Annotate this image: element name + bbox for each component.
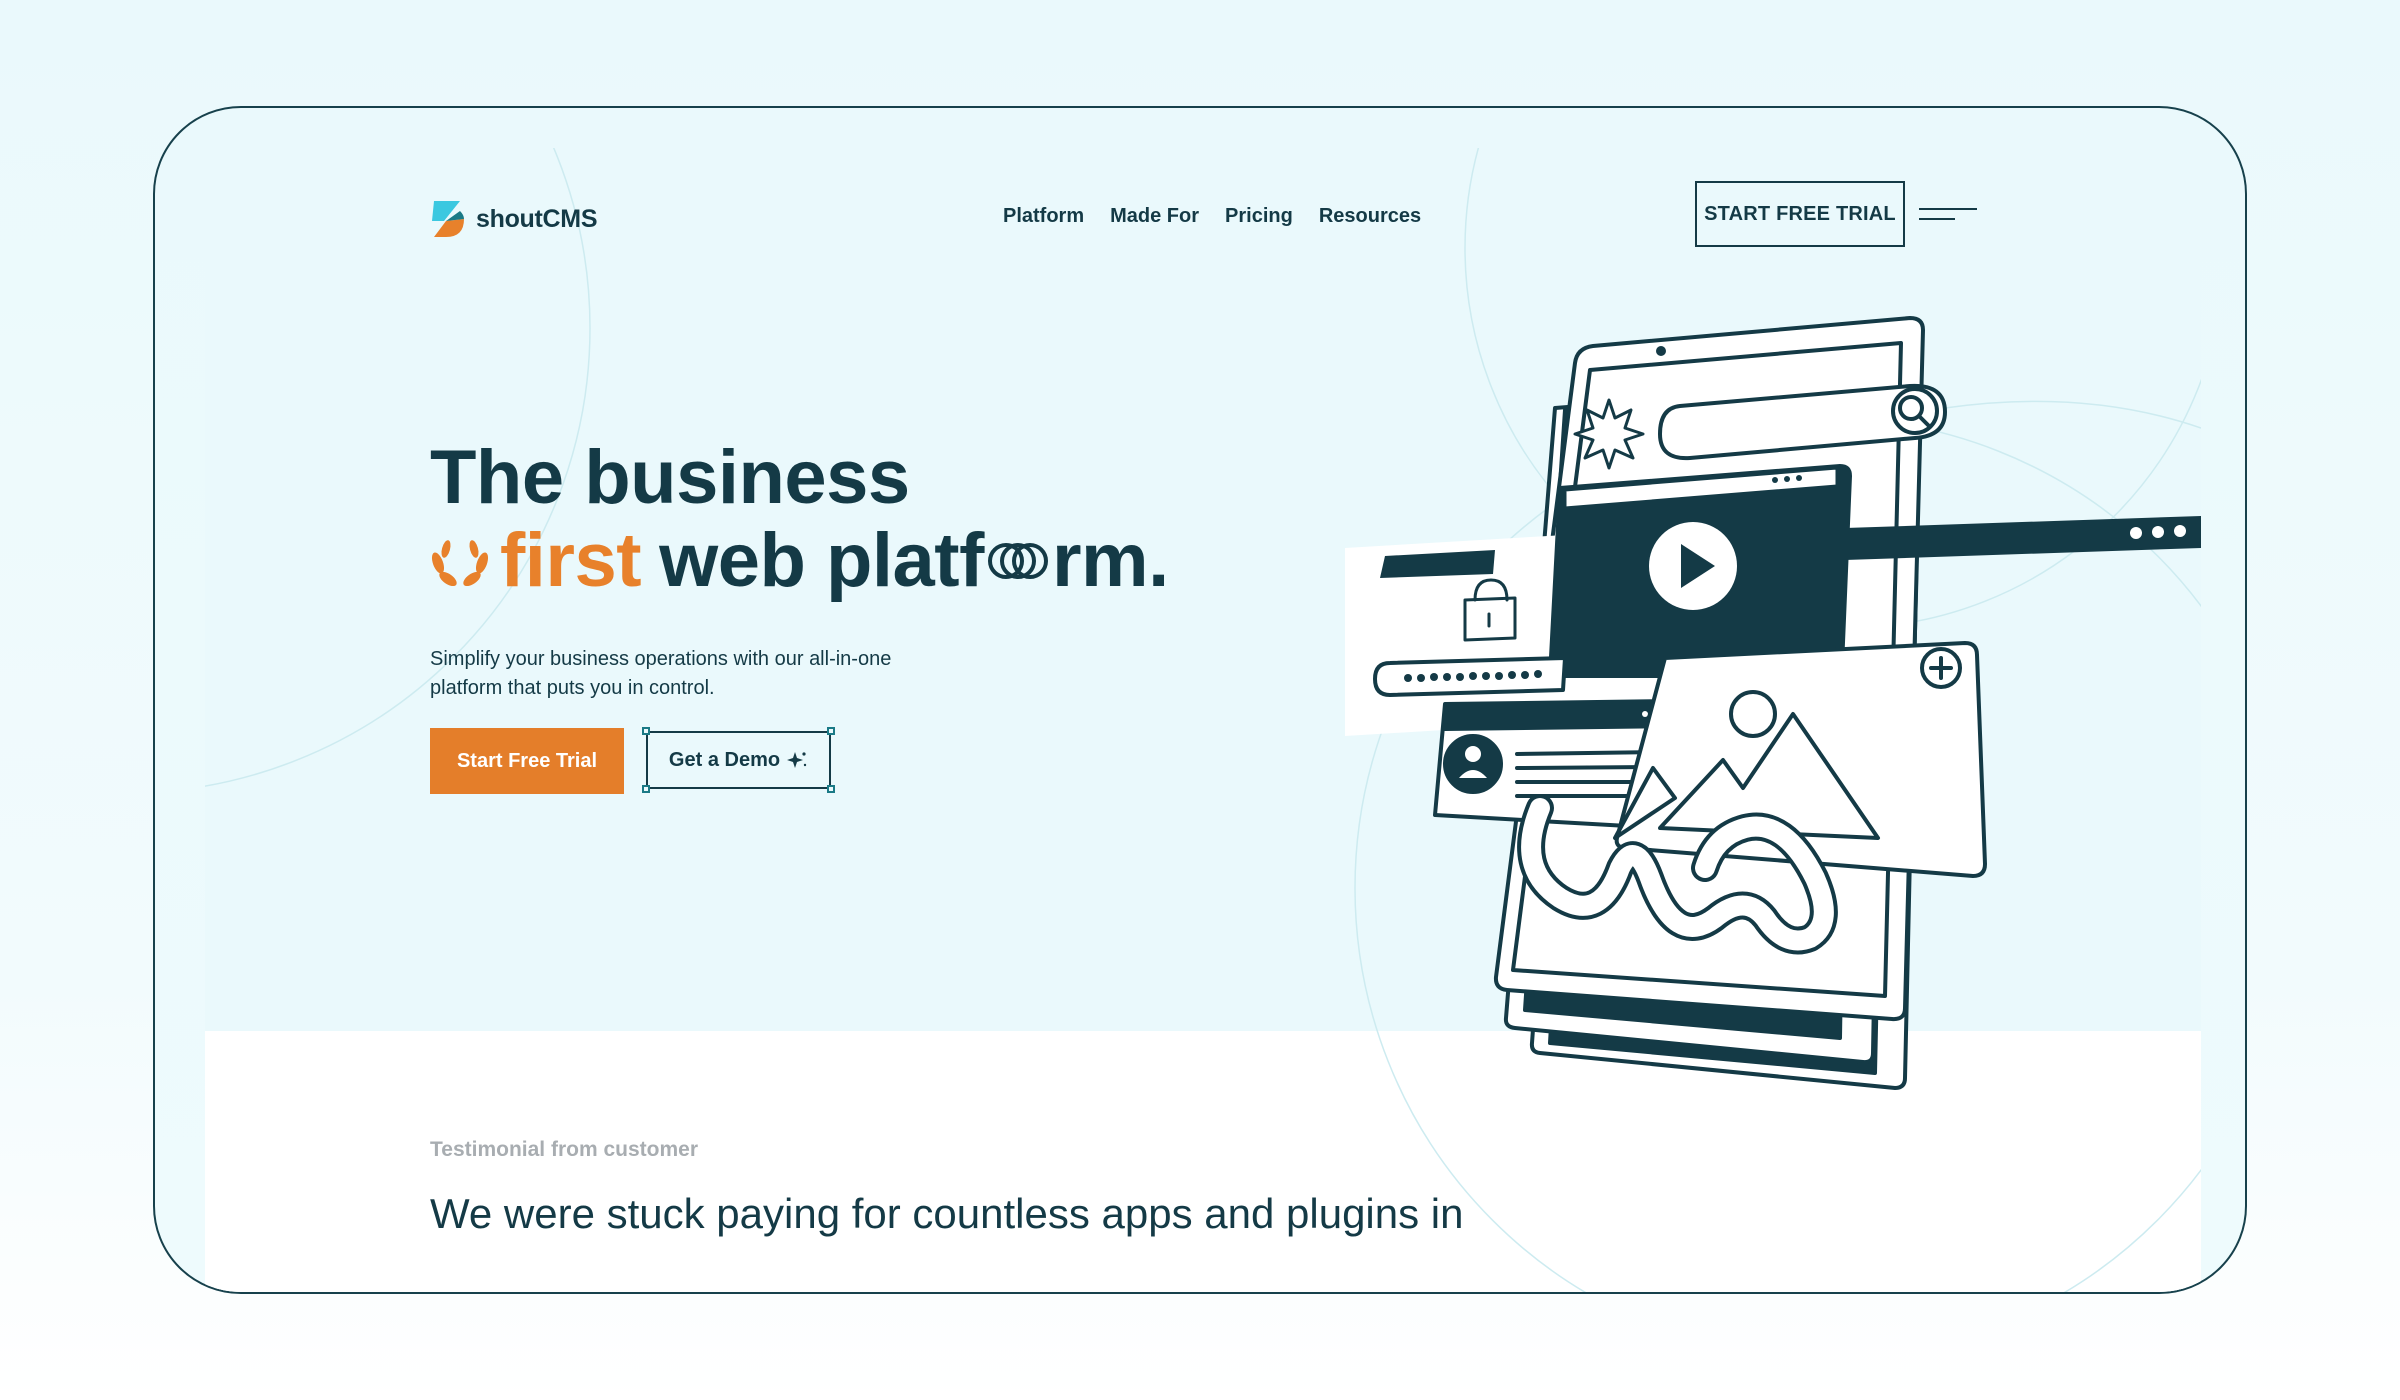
hero-line-1: The business bbox=[430, 435, 910, 520]
hero-illustration bbox=[1345, 316, 2201, 1090]
browser-frame: shoutCMS Platform Made For Pricing Resou… bbox=[153, 106, 2247, 1294]
hero-subtitle: Simplify your business operations with o… bbox=[430, 648, 892, 699]
testimonial-quote: We were stuck paying for countless apps … bbox=[430, 1190, 1464, 1237]
hero-line-2: first web platf rm. bbox=[430, 521, 1169, 601]
nav-item-pricing[interactable]: Pricing bbox=[1225, 205, 1293, 228]
get-a-demo-button[interactable]: Get a Demo bbox=[642, 727, 835, 793]
get-a-demo-label: Get a Demo bbox=[668, 748, 781, 771]
start-free-trial-button[interactable]: Start Free Trial bbox=[430, 728, 624, 794]
landing-page: shoutCMS Platform Made For Pricing Resou… bbox=[205, 148, 2201, 1292]
brand-name: shoutCMS bbox=[476, 204, 598, 233]
hero-headline: The business first web platf rm. bbox=[430, 438, 1169, 601]
logo[interactable]: shoutCMS bbox=[430, 199, 598, 239]
testimonial-label: Testimonial from customer bbox=[430, 1138, 698, 1161]
nav-item-platform[interactable]: Platform bbox=[1003, 205, 1084, 228]
hero-line-2-end: rm. bbox=[1051, 518, 1169, 603]
hero-line-2-start: web platf bbox=[659, 518, 984, 603]
shoutcms-logo-icon bbox=[432, 201, 464, 237]
hero-accent-word: first bbox=[500, 518, 642, 603]
nav-item-made-for[interactable]: Made For bbox=[1110, 205, 1199, 228]
sparkle-icon bbox=[787, 752, 807, 768]
laurel-icon bbox=[431, 540, 489, 587]
rings-icon bbox=[987, 543, 1048, 579]
